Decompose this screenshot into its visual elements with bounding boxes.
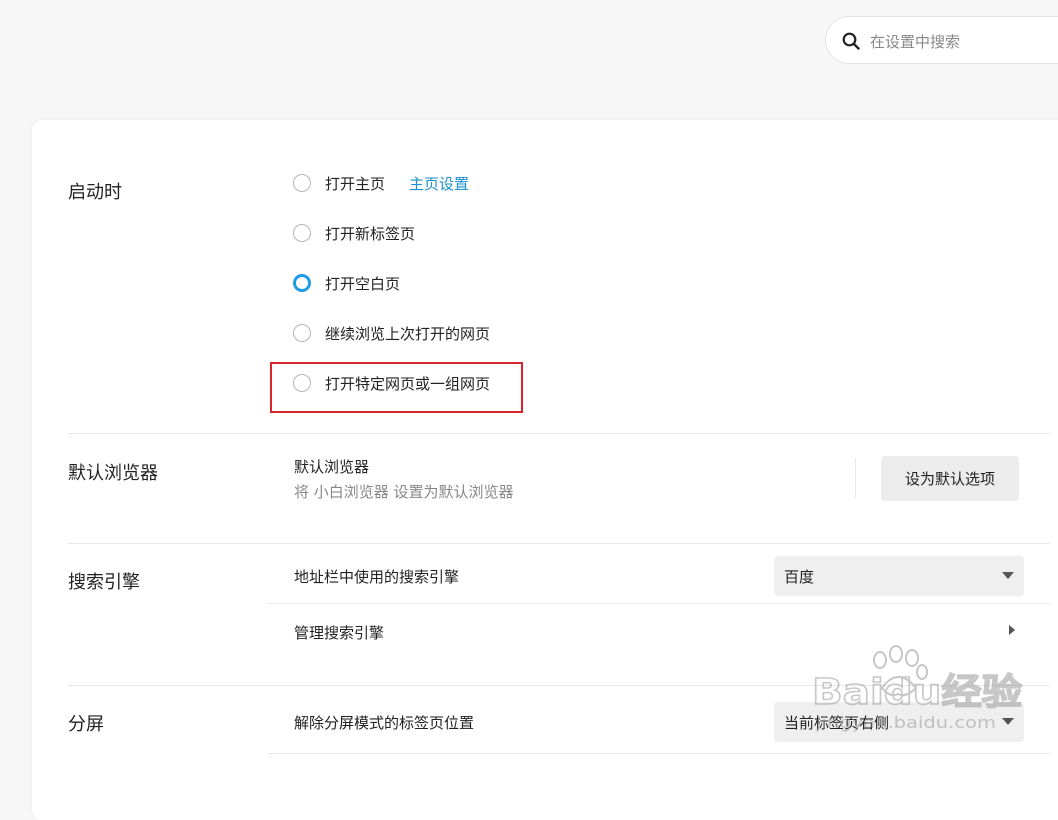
section-divider: [68, 685, 1050, 686]
manage-search-engines-link[interactable]: 管理搜索引擎: [294, 622, 384, 643]
row-divider: [268, 603, 1050, 604]
startup-option-blank-page[interactable]: 打开空白页: [293, 271, 400, 295]
caret-down-icon: [1002, 718, 1014, 725]
radio-label: 继续浏览上次打开的网页: [325, 324, 491, 343]
search-engine-select[interactable]: 百度: [774, 556, 1024, 596]
search-input[interactable]: [868, 29, 1052, 55]
radio-button[interactable]: [293, 324, 311, 342]
section-title-startup: 启动时: [68, 182, 122, 203]
radio-button-selected[interactable]: [293, 274, 311, 292]
radio-button[interactable]: [293, 224, 311, 242]
chevron-right-icon[interactable]: [1009, 625, 1015, 635]
select-value: 当前标签页右侧: [784, 713, 890, 732]
caret-down-icon: [1002, 572, 1014, 579]
default-browser-heading: 默认浏览器: [294, 458, 370, 476]
row-divider: [268, 753, 1050, 754]
radio-button[interactable]: [293, 174, 311, 192]
section-title-search-engine: 搜索引擎: [68, 572, 140, 593]
vertical-divider: [855, 458, 856, 498]
set-default-button[interactable]: 设为默认选项: [881, 456, 1019, 501]
section-divider: [68, 433, 1050, 434]
split-screen-tab-position-label: 解除分屏模式的标签页位置: [294, 714, 475, 732]
startup-option-new-tab[interactable]: 打开新标签页: [293, 221, 415, 245]
address-bar-engine-label: 地址栏中使用的搜索引擎: [294, 568, 460, 586]
startup-option-continue[interactable]: 继续浏览上次打开的网页: [293, 321, 490, 345]
radio-label: 打开空白页: [325, 274, 401, 293]
section-title-split-screen: 分屏: [68, 714, 104, 735]
settings-search[interactable]: [825, 16, 1058, 64]
radio-label: 打开新标签页: [325, 224, 416, 243]
section-divider: [68, 543, 1050, 544]
select-value: 百度: [784, 567, 815, 586]
homepage-settings-link[interactable]: 主页设置: [409, 173, 469, 194]
default-browser-description: 将 小白浏览器 设置为默认浏览器: [294, 483, 514, 501]
search-icon: [842, 32, 860, 50]
startup-option-homepage[interactable]: 打开主页 主页设置: [293, 171, 469, 195]
highlight-annotation-box: [270, 362, 523, 413]
section-title-default-browser: 默认浏览器: [68, 463, 158, 484]
radio-label: 打开主页: [325, 174, 386, 193]
split-screen-position-select[interactable]: 当前标签页右侧: [774, 702, 1024, 742]
